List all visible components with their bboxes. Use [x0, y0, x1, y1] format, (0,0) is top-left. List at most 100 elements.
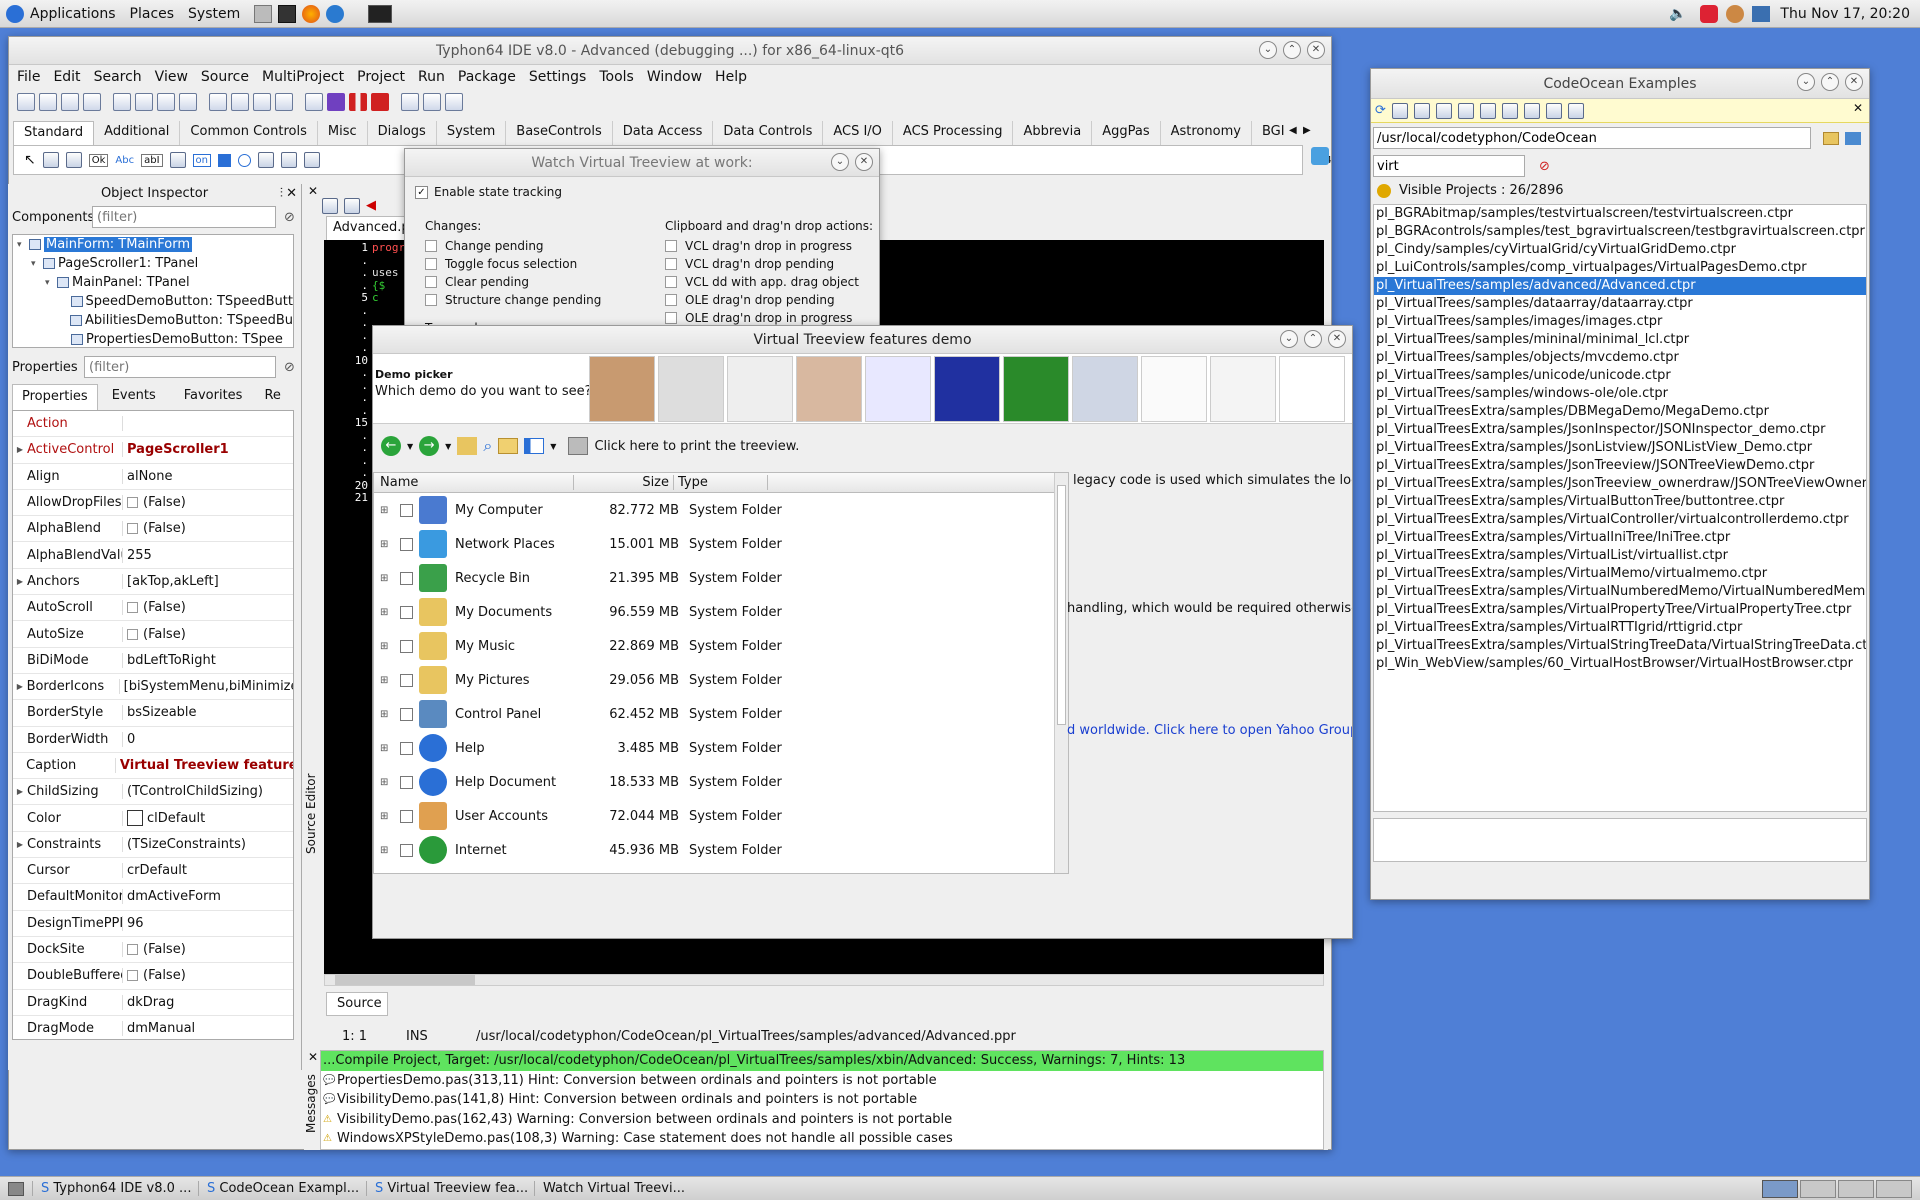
workspace-1[interactable] — [1762, 1179, 1798, 1198]
new-file-icon[interactable] — [17, 93, 35, 111]
tab-data-access[interactable]: Data Access — [613, 121, 714, 145]
expand-icon[interactable]: ▶ — [13, 445, 27, 454]
expand-icon[interactable]: ⊞ — [380, 777, 394, 788]
memo-icon[interactable] — [169, 152, 186, 168]
property-row[interactable]: DragKind dkDrag — [13, 990, 293, 1016]
checkbox[interactable] — [400, 571, 413, 585]
menu-view[interactable]: View — [155, 69, 188, 85]
app-tray-icon[interactable] — [1700, 4, 1719, 23]
property-value[interactable]: clDefault — [123, 810, 205, 827]
about-demo-icon[interactable] — [1279, 356, 1345, 422]
tab-data-controls[interactable]: Data Controls — [713, 121, 824, 145]
folder-icon[interactable] — [1523, 102, 1540, 119]
project-item[interactable]: pl_VirtualTrees/samples/dataarray/dataar… — [1374, 295, 1866, 313]
close-button[interactable]: ✕ — [855, 153, 873, 171]
close-icon[interactable] — [135, 93, 153, 111]
run-icon[interactable] — [327, 93, 345, 111]
expand-icon[interactable]: ▶ — [13, 577, 27, 586]
project-item[interactable]: pl_VirtualTreesExtra/samples/VirtualIniT… — [1374, 529, 1866, 547]
search-icon[interactable]: ⌕ — [483, 436, 492, 456]
checkbox[interactable] — [400, 673, 413, 687]
abilities-demo-icon[interactable] — [658, 356, 724, 422]
property-row[interactable]: DockSite (False) — [13, 937, 293, 964]
checkbox[interactable] — [425, 240, 437, 252]
project-item[interactable]: pl_VirtualTreesExtra/samples/VirtualRTTI… — [1374, 619, 1866, 637]
state-checkbox-row[interactable]: OLE drag'n drop pending — [665, 291, 875, 309]
codeocean-titlebar[interactable]: CodeOcean Examples ⌄ ⌃ ✕ — [1371, 69, 1869, 99]
state-checkbox-row[interactable]: Toggle focus selection — [425, 255, 635, 273]
combobox-icon[interactable] — [281, 152, 297, 168]
yahoo-group-link[interactable]: d worldwide. Click here to open Yahoo Gr… — [1067, 723, 1352, 738]
editor-toolbar-icon[interactable] — [344, 198, 360, 214]
taskbar-ide[interactable]: S Typhon64 IDE v8.0 ... — [32, 1181, 198, 1196]
step-out-icon[interactable] — [445, 93, 463, 111]
tree-row[interactable]: ⊞ My Music 22.869 MB System Folder — [374, 629, 1068, 663]
workspace-2[interactable] — [1800, 1179, 1836, 1198]
property-value[interactable]: (False) — [123, 968, 186, 983]
tab-acs-processing[interactable]: ACS Processing — [893, 121, 1014, 145]
close-icon[interactable]: ✕ — [1853, 101, 1863, 115]
stop-icon[interactable] — [371, 93, 389, 111]
property-value[interactable]: (TSizeConstraints) — [123, 837, 246, 852]
property-row[interactable]: BorderStyle bsSizeable — [13, 700, 293, 727]
expand-icon[interactable]: ⊞ — [380, 845, 394, 856]
tab-properties[interactable]: Properties — [12, 384, 98, 410]
maximize-button[interactable]: ⌃ — [1304, 330, 1322, 348]
project-item[interactable]: pl_VirtualTrees/samples/windows-ole/ole.… — [1374, 385, 1866, 403]
property-value[interactable]: 255 — [123, 548, 152, 563]
printer-icon[interactable] — [568, 437, 589, 455]
tree-row[interactable]: ⊞ My Computer 82.772 MB System Folder — [374, 493, 1068, 527]
checkbox[interactable] — [400, 605, 413, 619]
back-icon[interactable]: ◀ — [366, 198, 376, 214]
project-item[interactable]: pl_BGRAbitmap/samples/testvirtualscreen/… — [1374, 205, 1866, 223]
checkbox[interactable] — [665, 294, 677, 306]
launcher-monitor-icon[interactable] — [368, 4, 393, 23]
codeocean-search-input[interactable] — [1373, 155, 1525, 177]
property-row[interactable]: ▶ BorderIcons [biSystemMenu,biMinimize — [13, 674, 293, 701]
grid-demo-icon[interactable] — [865, 356, 931, 422]
column-type[interactable]: Type — [674, 475, 768, 490]
palette-download-icon[interactable] — [1311, 147, 1329, 165]
dropdown-icon[interactable]: ▼ — [407, 442, 413, 451]
tab-aggpas[interactable]: AggPas — [1092, 121, 1161, 145]
listbox-icon[interactable] — [258, 152, 274, 168]
expand-icon[interactable]: ▾ — [17, 240, 29, 250]
checkbox[interactable] — [400, 707, 413, 721]
radio-icon[interactable] — [238, 153, 251, 167]
project-item[interactable]: pl_VirtualTreesExtra/samples/VirtualList… — [1374, 547, 1866, 565]
property-row[interactable]: Align alNone — [13, 464, 293, 490]
property-row[interactable]: ▶ ActiveControl PageScroller1 — [13, 437, 293, 464]
menu-multiproject[interactable]: MultiProject — [262, 69, 344, 85]
column-name[interactable]: Name — [374, 475, 574, 490]
project-item[interactable]: pl_VirtualTreesExtra/samples/JsonTreevie… — [1374, 457, 1866, 475]
checkbox[interactable] — [400, 775, 413, 789]
tree-node[interactable]: ▾ MainPanel: TPanel — [13, 273, 293, 292]
tree-node[interactable]: ▾ PageScroller1: TPanel — [13, 254, 293, 273]
clear-filter-icon[interactable]: ⊘ — [1539, 159, 1550, 174]
toggle-icon[interactable]: on — [192, 153, 211, 167]
menu-file[interactable]: File — [17, 69, 40, 85]
expand-icon[interactable]: ⊞ — [380, 743, 394, 754]
maximize-button[interactable]: ⌃ — [1821, 73, 1839, 91]
open-icon[interactable] — [1435, 102, 1452, 119]
menu-settings[interactable]: Settings — [529, 69, 586, 85]
tree-row[interactable]: ⊞ Network Places 15.001 MB System Folder — [374, 527, 1068, 561]
property-value[interactable]: (False) — [123, 600, 186, 615]
save-icon[interactable] — [83, 93, 101, 111]
project-item[interactable]: pl_VirtualTreesExtra/samples/JsonTreevie… — [1374, 475, 1866, 493]
dropdown-icon[interactable]: ▼ — [550, 442, 556, 451]
menu-window[interactable]: Window — [647, 69, 702, 85]
menu-help[interactable]: Help — [715, 69, 747, 85]
project-item[interactable]: pl_VirtualTreesExtra/samples/DBMegaDemo/… — [1374, 403, 1866, 421]
step-over-icon[interactable] — [423, 93, 441, 111]
toggle-icon[interactable] — [275, 93, 293, 111]
run-icon[interactable] — [1413, 102, 1430, 119]
close-button[interactable]: ✕ — [1845, 73, 1863, 91]
tab-common-controls[interactable]: Common Controls — [180, 121, 318, 145]
project-item[interactable]: pl_VirtualTrees/samples/objects/mvcdemo.… — [1374, 349, 1866, 367]
project-item[interactable]: pl_BGRAcontrols/samples/test_bgravirtual… — [1374, 223, 1866, 241]
property-value[interactable]: [biSystemMenu,biMinimize — [120, 679, 293, 694]
expand-icon[interactable]: ▶ — [13, 840, 27, 849]
property-value[interactable]: bsSizeable — [123, 705, 197, 720]
property-value[interactable]: PageScroller1 — [123, 442, 229, 457]
